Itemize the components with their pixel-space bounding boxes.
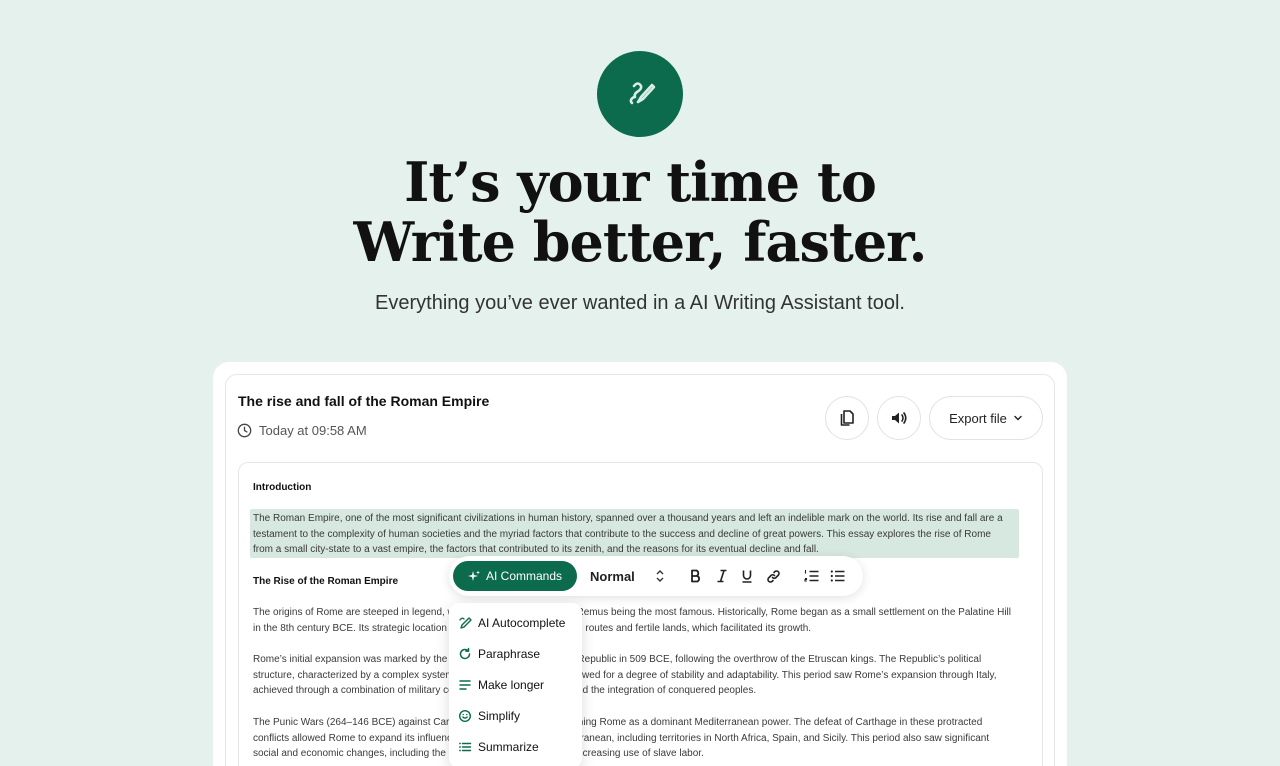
menu-item-label: Paraphrase xyxy=(478,647,541,661)
italic-button[interactable] xyxy=(712,566,732,586)
chevron-down-icon xyxy=(1014,415,1022,421)
section-heading: Introduction xyxy=(253,482,312,493)
sparkle-icon xyxy=(467,570,480,581)
read-aloud-button[interactable] xyxy=(877,396,921,440)
menu-item-simplify[interactable]: Simplify xyxy=(458,705,578,727)
menu-item-summarize[interactable]: Summarize xyxy=(458,736,578,758)
copy-icon xyxy=(840,410,854,426)
pen-icon xyxy=(459,617,472,629)
menu-item-label: Simplify xyxy=(478,709,521,723)
hero-title: It’s your time to Write better, faster. xyxy=(0,152,1280,272)
paragraph-line: testament to the complexity of human soc… xyxy=(253,528,991,540)
underline-button[interactable] xyxy=(737,566,757,586)
text-style-select[interactable]: Normal xyxy=(590,556,635,596)
timestamp-text: Today at 09:58 AM xyxy=(259,423,367,438)
paragraph-line: structure, characterized by a complex sy… xyxy=(253,669,997,681)
paragraph-line: in the 8th century BCE. Its strategic lo… xyxy=(253,622,812,634)
menu-item-label: AI Autocomplete xyxy=(478,616,566,630)
bold-button[interactable] xyxy=(686,566,706,586)
format-toolbar: AI Commands Normal xyxy=(449,556,863,596)
underline-icon xyxy=(742,570,752,583)
menu-item-label: Summarize xyxy=(478,740,539,754)
bullet-list-button[interactable] xyxy=(827,566,847,586)
document-timestamp: Today at 09:58 AM xyxy=(237,423,367,438)
bold-icon xyxy=(691,569,700,583)
ai-commands-button[interactable]: AI Commands xyxy=(453,561,577,591)
export-file-button[interactable]: Export file xyxy=(929,396,1043,440)
text-style-value: Normal xyxy=(590,568,635,584)
menu-item-label: Make longer xyxy=(478,678,545,692)
lines-icon xyxy=(459,680,471,690)
link-icon xyxy=(766,569,780,583)
copy-button[interactable] xyxy=(825,396,869,440)
clock-icon xyxy=(237,423,252,438)
hero-title-line2: Write better, faster. xyxy=(353,210,928,274)
hero-title-line1: It’s your time to xyxy=(404,150,877,214)
paragraph-line: The origins of Rome are steeped in legen… xyxy=(253,607,1011,618)
text-editor[interactable]: Introduction The Roman Empire, one of th… xyxy=(238,462,1043,766)
ai-commands-label: AI Commands xyxy=(485,569,563,583)
refresh-icon xyxy=(459,647,471,660)
menu-item-paraphrase[interactable]: Paraphrase xyxy=(458,643,578,665)
italic-icon xyxy=(717,569,727,583)
bullet-list-icon xyxy=(830,570,844,582)
smile-icon xyxy=(458,709,472,723)
numbered-list-button[interactable] xyxy=(801,566,821,586)
speaker-icon xyxy=(892,412,907,424)
menu-item-ai-autocomplete[interactable]: AI Autocomplete xyxy=(458,612,578,634)
pen-sparkle-icon xyxy=(629,82,656,105)
menu-item-make-longer[interactable]: Make longer xyxy=(458,674,578,696)
hero-subtitle: Everything you’ve ever wanted in a AI Wr… xyxy=(375,292,905,314)
paragraph-line: conflicts allowed Rome to expand its inf… xyxy=(253,732,990,744)
document-title: The rise and fall of the Roman Empire xyxy=(238,393,490,409)
list-icon xyxy=(459,742,472,752)
link-button[interactable] xyxy=(763,566,783,586)
paragraph-line: social and economic changes, including t… xyxy=(253,748,704,760)
paragraph-line: The Punic Wars (264–146 BCE) against Car… xyxy=(253,717,983,728)
paragraph-line: The Roman Empire, one of the most signif… xyxy=(253,513,1003,524)
updown-arrows-icon[interactable] xyxy=(655,568,665,584)
paragraph-line: achieved through a combination of milita… xyxy=(253,685,757,697)
paragraph-line: Rome’s initial expansion was marked by t… xyxy=(253,654,982,665)
export-label: Export file xyxy=(949,410,1007,426)
app-logo xyxy=(597,51,683,137)
ai-commands-menu: AI Autocomplete Paraphrase Make longer S… xyxy=(449,603,582,766)
numbered-list-icon xyxy=(803,570,818,582)
